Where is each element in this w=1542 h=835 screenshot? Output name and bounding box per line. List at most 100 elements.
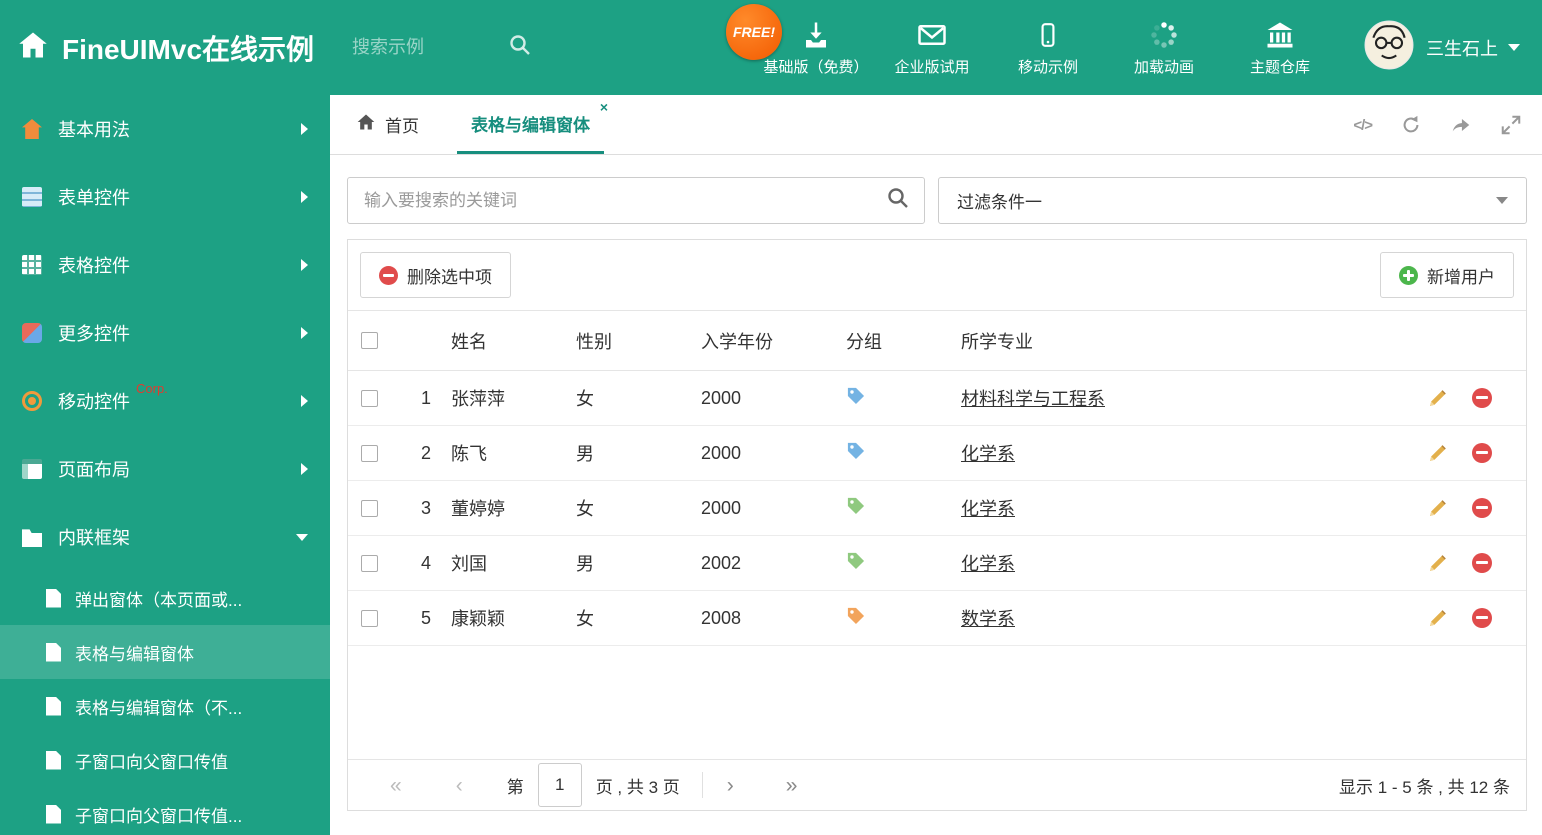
header-actions xyxy=(1426,311,1526,370)
search-icon[interactable] xyxy=(886,186,910,215)
nav-item-theme-store[interactable]: 主题仓库 xyxy=(1222,18,1338,77)
edit-icon[interactable] xyxy=(1428,553,1448,573)
next-page-icon[interactable] xyxy=(727,775,734,796)
tag-icon xyxy=(846,551,865,575)
search-icon[interactable] xyxy=(508,33,532,62)
app-brand[interactable]: FineUIMvc在线示例 xyxy=(18,28,314,68)
sidebar-subitem[interactable]: 表格与编辑窗体（不... xyxy=(0,679,330,733)
row-checkbox[interactable] xyxy=(361,499,378,517)
nav-item-label: 移动示例 xyxy=(1017,59,1078,76)
page-number-input[interactable] xyxy=(537,763,582,807)
sidebar-item-more-controls[interactable]: 更多控件 xyxy=(0,299,330,367)
app-home-icon xyxy=(18,30,48,65)
refresh-icon[interactable] xyxy=(1400,114,1422,136)
app-header: FineUIMvc在线示例 FREE! 基础版（免费） 企业版试用 移动示例 xyxy=(0,0,1542,95)
sidebar-item-page-layout[interactable]: 页面布局 xyxy=(0,435,330,503)
filter-dropdown[interactable]: 过滤条件一 xyxy=(938,177,1527,224)
delete-button-label: 删除选中项 xyxy=(407,267,492,287)
header-search[interactable] xyxy=(352,33,532,62)
sidebar-subitem[interactable]: 弹出窗体（本页面或... xyxy=(0,571,330,625)
code-icon[interactable] xyxy=(1353,117,1372,134)
cell-actions xyxy=(1426,591,1526,645)
major-link[interactable]: 化学系 xyxy=(961,440,1015,466)
cell-actions xyxy=(1426,481,1526,535)
row-checkbox[interactable] xyxy=(361,609,378,627)
sidebar-item-basic-usage[interactable]: 基本用法 xyxy=(0,95,330,163)
cell-year: 2000 xyxy=(701,497,742,518)
cell-name: 康颖颖 xyxy=(451,609,505,629)
row-number: 1 xyxy=(420,387,431,408)
tab-home[interactable]: 首页 xyxy=(356,95,419,154)
file-icon xyxy=(46,696,61,716)
table-row: 5 康颖颖 女 2008 数学系 xyxy=(348,591,1526,646)
last-page-icon[interactable] xyxy=(786,775,798,796)
major-link[interactable]: 材料科学与工程系 xyxy=(961,385,1105,411)
main-content: 首页 表格与编辑窗体 过滤条件一 xyxy=(330,95,1542,835)
caret-down-icon xyxy=(1508,44,1520,51)
nav-item-basic-edition[interactable]: FREE! 基础版（免费） xyxy=(726,4,874,77)
sidebar-subitem[interactable]: 子窗口向父窗口传值... xyxy=(0,787,330,835)
cell-gender: 男 xyxy=(576,444,594,464)
caret-down-icon xyxy=(1496,197,1508,204)
delete-icon[interactable] xyxy=(1472,498,1492,518)
mobile-icon xyxy=(1035,18,1061,50)
header-major: 所学专业 xyxy=(961,331,1033,352)
chevron-right-icon xyxy=(301,463,308,475)
file-icon xyxy=(46,750,61,770)
cell-gender: 男 xyxy=(576,554,594,574)
cell-name: 陈飞 xyxy=(451,444,487,464)
cell-actions xyxy=(1426,426,1526,480)
form-icon xyxy=(22,187,42,207)
sidebar-item-table-controls[interactable]: 表格控件 xyxy=(0,231,330,299)
envelope-icon xyxy=(916,18,948,50)
file-icon xyxy=(46,642,61,662)
major-link[interactable]: 化学系 xyxy=(961,495,1015,521)
edit-icon[interactable] xyxy=(1428,388,1448,408)
cell-group xyxy=(846,426,961,480)
sidebar-item-inline-frame[interactable]: 内联框架 xyxy=(0,503,330,571)
forward-icon[interactable] xyxy=(1450,114,1472,136)
first-page-icon[interactable] xyxy=(390,775,402,796)
tab-close-icon[interactable] xyxy=(600,100,608,114)
cell-name: 刘国 xyxy=(451,554,487,574)
sidebar-subitem-label: 弹出窗体（本页面或... xyxy=(75,590,243,610)
cell-gender: 女 xyxy=(576,499,594,519)
major-link[interactable]: 化学系 xyxy=(961,550,1015,576)
table-header-row: 姓名 性别 入学年份 分组 所学专业 xyxy=(348,311,1526,371)
nav-item-label: 企业版试用 xyxy=(894,59,970,76)
edit-icon[interactable] xyxy=(1428,443,1448,463)
nav-item-mobile-demo[interactable]: 移动示例 xyxy=(990,18,1106,77)
delete-icon[interactable] xyxy=(1472,553,1492,573)
sidebar-item-label: 页面布局 xyxy=(58,460,130,480)
keyword-search-input[interactable] xyxy=(348,178,924,223)
nav-item-label: 加载动画 xyxy=(1133,59,1194,76)
sidebar-subitem[interactable]: 子窗口向父窗口传值 xyxy=(0,733,330,787)
keyword-search-box[interactable] xyxy=(347,177,925,224)
user-menu[interactable]: 三生石上 xyxy=(1364,20,1520,75)
sidebar-item-form-controls[interactable]: 表单控件 xyxy=(0,163,330,231)
delete-selected-button[interactable]: 删除选中项 xyxy=(360,252,511,298)
delete-icon[interactable] xyxy=(1472,388,1492,408)
major-link[interactable]: 数学系 xyxy=(961,605,1015,631)
sidebar-subitem[interactable]: 表格与编辑窗体 xyxy=(0,625,330,679)
tab-active[interactable]: 表格与编辑窗体 xyxy=(457,95,604,154)
nav-item-loading-animation[interactable]: 加载动画 xyxy=(1106,18,1222,77)
expand-icon[interactable] xyxy=(1500,114,1522,136)
select-all-checkbox[interactable] xyxy=(361,332,378,349)
add-user-button[interactable]: 新增用户 xyxy=(1380,252,1514,298)
row-number: 5 xyxy=(420,607,431,628)
table-icon xyxy=(22,255,42,275)
header-search-input[interactable] xyxy=(352,37,503,58)
edit-icon[interactable] xyxy=(1428,498,1448,518)
delete-icon[interactable] xyxy=(1472,443,1492,463)
prev-page-icon[interactable] xyxy=(456,775,463,796)
row-checkbox[interactable] xyxy=(361,389,378,407)
table-row: 3 董婷婷 女 2000 化学系 xyxy=(348,481,1526,536)
sidebar-item-mobile-controls[interactable]: 移动控件 Corp. xyxy=(0,367,330,435)
nav-item-enterprise-trial[interactable]: 企业版试用 xyxy=(874,18,990,77)
row-checkbox[interactable] xyxy=(361,554,378,572)
row-number: 4 xyxy=(420,552,431,573)
delete-icon[interactable] xyxy=(1472,608,1492,628)
edit-icon[interactable] xyxy=(1428,608,1448,628)
row-checkbox[interactable] xyxy=(361,444,378,462)
